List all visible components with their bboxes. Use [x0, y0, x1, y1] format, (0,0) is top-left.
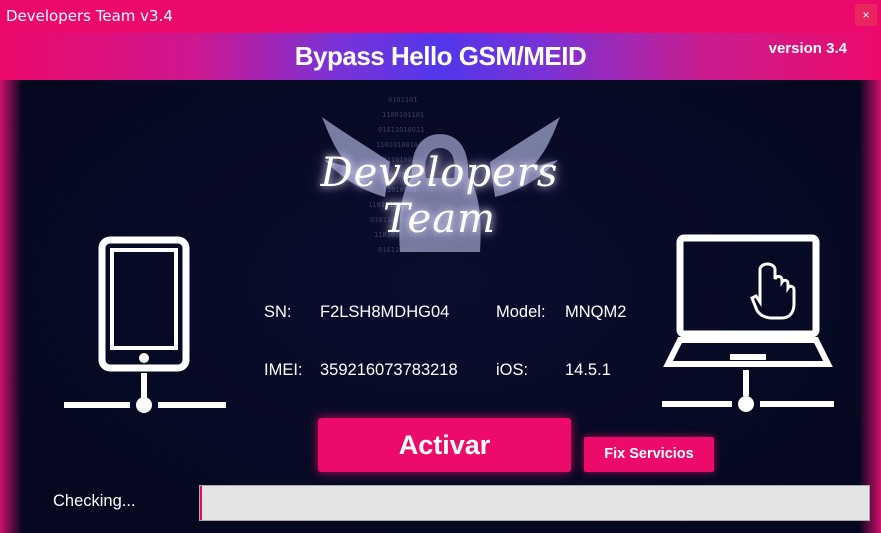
imei-value: 359216073783218: [320, 361, 458, 379]
model-value: MNQM2: [565, 303, 627, 321]
model-label: Model:: [496, 303, 546, 321]
app-title: Bypass Hello GSM/MEID: [294, 41, 587, 71]
close-button[interactable]: ×: [855, 4, 877, 26]
ios-label: iOS:: [496, 361, 529, 379]
sn-value: F2LSH8MDHG04: [320, 303, 450, 321]
imei-label: IMEI:: [264, 361, 303, 379]
progress-fill: [200, 486, 202, 520]
title-bar: Developers Team v3.4 ×: [0, 0, 881, 33]
left-glow: [0, 80, 22, 533]
right-glow: [859, 80, 881, 533]
progress-bar: [199, 485, 870, 521]
ios-value: 14.5.1: [565, 361, 611, 379]
header-banner: Bypass Hello GSM/MEID version 3.4: [0, 33, 881, 80]
close-icon: ×: [862, 8, 870, 22]
window-title: Developers Team v3.4: [6, 7, 173, 25]
sn-label: SN:: [264, 303, 292, 321]
logo-text: Developers Team: [320, 150, 559, 242]
activar-button[interactable]: Activar: [318, 418, 571, 472]
version-label: version 3.4: [768, 40, 847, 57]
svg-text:1100101101: 1100101101: [382, 111, 424, 119]
status-text: Checking...: [53, 492, 136, 510]
svg-text:0101101: 0101101: [388, 96, 418, 104]
fix-servicios-button[interactable]: Fix Servicios: [584, 437, 714, 472]
phone-network-icon: [64, 236, 226, 413]
svg-text:01011010011: 01011010011: [378, 126, 424, 134]
laptop-network-icon: [662, 234, 834, 412]
